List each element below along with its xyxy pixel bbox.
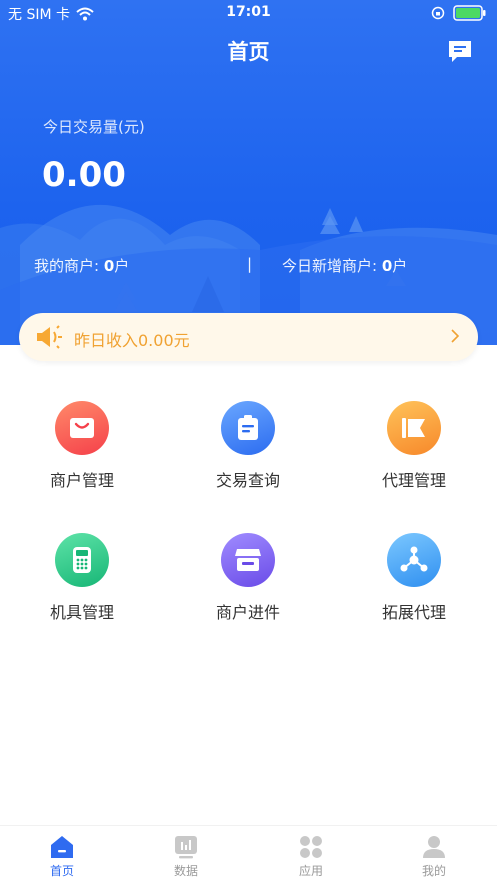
battery-icon — [453, 5, 486, 21]
my-merchants-stat[interactable]: 我的商户: 0户 — [34, 255, 129, 276]
chart-icon — [175, 836, 197, 859]
tab-apps[interactable]: 应用 — [271, 834, 351, 879]
hero-banner: 无 SIM 卡 17:01 首页 今日交易量(元) 0.00 我的商户: 0户 … — [0, 0, 497, 345]
home-icon — [51, 836, 73, 858]
tab-home[interactable]: 首页 — [22, 834, 102, 879]
tab-label: 我的 — [421, 864, 446, 878]
profile-icon — [423, 836, 445, 858]
menu-merchant-management[interactable]: 商户管理 — [22, 401, 142, 491]
tab-label: 数据 — [173, 864, 198, 878]
new-merchants-stat[interactable]: 今日新增商户: 0户 — [282, 255, 407, 276]
status-bar: 无 SIM 卡 17:01 — [0, 0, 497, 26]
tab-bar: 首页 数据 应用 我的 — [0, 825, 497, 883]
clipboard-icon — [238, 415, 258, 440]
my-merchants-value: 0 — [103, 257, 115, 275]
bag-icon — [70, 418, 94, 438]
volume-value: 0.00 — [42, 155, 126, 195]
tab-label: 应用 — [298, 864, 323, 878]
new-merchants-label: 今日新增商户: — [282, 257, 378, 275]
my-merchants-label: 我的商户: — [34, 257, 100, 275]
menu-agent-management[interactable]: 代理管理 — [354, 401, 474, 491]
tab-data[interactable]: 数据 — [146, 834, 226, 879]
new-merchants-unit: 户 — [392, 257, 408, 275]
menu-1-icon-circle — [221, 401, 275, 455]
my-merchants-unit: 户 — [114, 257, 130, 275]
menu-label: 交易查询 — [215, 471, 280, 490]
menu-label: 拓展代理 — [381, 603, 446, 622]
menu-label: 商户进件 — [215, 603, 280, 622]
chevron-right-icon — [451, 329, 460, 343]
stats-divider: | — [247, 255, 253, 273]
notice-text: 昨日收入0.00元 — [74, 331, 190, 350]
pos-terminal-icon — [73, 547, 91, 573]
menu-transaction-query[interactable]: 交易查询 — [188, 401, 308, 491]
menu-device-management[interactable]: 机具管理 — [22, 533, 142, 623]
tab-mine[interactable]: 我的 — [394, 834, 474, 879]
rotation-lock-icon — [431, 6, 445, 20]
menu-label: 商户管理 — [49, 471, 114, 490]
message-icon[interactable] — [447, 38, 473, 64]
menu-label: 机具管理 — [49, 603, 114, 622]
menu-4-icon-circle — [221, 533, 275, 587]
new-merchants-value: 0 — [381, 257, 393, 275]
income-notice[interactable]: 昨日收入0.00元 — [19, 313, 478, 361]
apps-icon — [300, 836, 322, 858]
volume-label: 今日交易量(元) — [43, 118, 145, 136]
store-icon — [235, 549, 261, 571]
menu-expand-agent[interactable]: 拓展代理 — [354, 533, 474, 623]
menu-5-icon-circle — [387, 533, 441, 587]
tab-label: 首页 — [49, 864, 74, 878]
page-title: 首页 — [227, 40, 270, 64]
menu-label: 代理管理 — [381, 471, 446, 490]
merchant-stats: 我的商户: 0户 | 今日新增商户: 0户 — [0, 255, 497, 277]
menu-2-icon-circle — [387, 401, 441, 455]
flag-icon — [402, 418, 425, 438]
menu-3-icon-circle — [55, 533, 109, 587]
menu-0-icon-circle — [55, 401, 109, 455]
status-time: 17:01 — [226, 4, 271, 20]
network-icon — [400, 546, 428, 572]
menu-merchant-onboarding[interactable]: 商户进件 — [188, 533, 308, 623]
speaker-icon — [37, 325, 62, 349]
